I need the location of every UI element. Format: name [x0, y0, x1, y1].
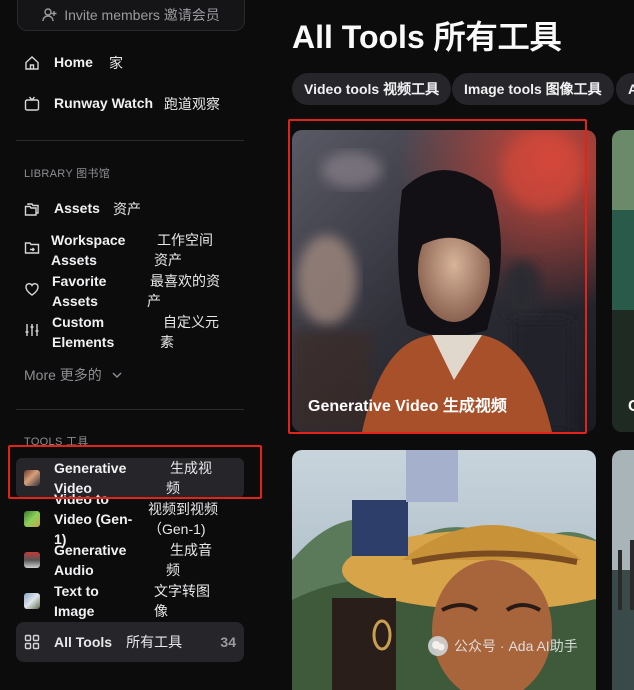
library-item-assets-label: Assets [54, 200, 100, 216]
library-item-workspace-assets-label-2: Assets [51, 252, 97, 268]
tool-item-text-to-image-cn-2: 像 [154, 603, 168, 619]
generative-video-thumbnail [24, 470, 40, 486]
all-tools-button[interactable]: All Tools 所有工具 34 [16, 622, 244, 662]
sidebar: Invite members 邀请会员 Home 家 Runway Watch … [0, 0, 262, 671]
library-more-label: More 更多的 [24, 367, 102, 383]
tv-icon [24, 96, 40, 111]
tool-item-generative-audio-label-1: Generative [54, 542, 127, 558]
folder-share-icon [24, 242, 40, 254]
library-item-favorite-assets-cn: 最喜欢的资 产 [147, 271, 220, 311]
nav-home[interactable]: Home [24, 54, 93, 71]
generative-audio-thumbnail [24, 552, 40, 568]
chevron-down-icon [112, 372, 122, 378]
tool-card-generative-video[interactable]: Generative Video 生成视频 [292, 130, 596, 432]
library-item-workspace-assets-cn: 工作空间 资产 [154, 230, 213, 270]
watermark-text: 公众号 · Ada AI助手 [454, 638, 578, 654]
filter-video-tools-label: Video tools 视频工具 [304, 81, 440, 97]
tool-card-generative-video-label: Generative Video 生成视频 [308, 398, 507, 415]
nav-home-cn: 家 [109, 55, 123, 71]
all-tools-cn: 所有工具 [126, 634, 183, 650]
tool-card-partial[interactable]: G [612, 130, 634, 432]
tool-item-video-to-video-cn-1: 视频到视频 [148, 501, 218, 517]
tool-item-generative-video-cn-1: 生成视 [170, 460, 212, 476]
filter-more[interactable]: A [616, 73, 634, 105]
tool-item-video-to-video-cn-2: （Gen-1) [148, 521, 206, 537]
filter-more-label: A [628, 81, 634, 97]
library-item-custom-elements-label-1: Custom [52, 314, 105, 330]
tool-card-partial-label: G [628, 398, 634, 416]
tool-item-generative-audio-label-2: Audio [54, 562, 94, 578]
tool-item-text-to-image-label-2: Image [54, 603, 95, 619]
nav-home-label: Home [54, 54, 93, 70]
nav-runway-watch-cn: 跑道观察 [164, 96, 220, 112]
tool-item-generative-video-label-1: Generative [54, 460, 127, 476]
library-more-button[interactable]: More 更多的 [24, 365, 124, 385]
library-item-custom-elements-cn-1: 自定义元 [163, 314, 219, 330]
generative-video-card-image [292, 130, 596, 432]
wechat-logo-icon [428, 636, 448, 656]
library-item-workspace-assets-cn-1: 工作空间 [157, 232, 213, 248]
all-tools-label: All Tools [54, 634, 113, 650]
tool-card-partial-2[interactable] [612, 450, 634, 690]
nav-runway-watch-label: Runway Watch [54, 95, 154, 111]
tool-item-video-to-video-label-2: Video (Gen- [54, 511, 133, 527]
divider [16, 409, 244, 410]
tool-item-generative-audio-cn-1: 生成音 [170, 542, 212, 558]
filter-video-tools[interactable]: Video tools 视频工具 [292, 73, 452, 105]
partial-card-image [612, 130, 634, 432]
folders-icon [24, 203, 39, 216]
library-item-workspace-assets-cn-2: 资产 [154, 252, 182, 268]
library-item-favorite-assets[interactable]: Favorite Assets [24, 271, 106, 311]
tool-item-text-to-image-cn-1: 文字转图 [154, 583, 210, 599]
library-item-favorite-assets-cn-1: 最喜欢的资 [150, 273, 220, 289]
home-icon [25, 56, 39, 70]
heart-icon [25, 283, 39, 296]
divider [16, 140, 244, 141]
tools-section-label: TOOLS 工具 [24, 436, 89, 448]
tool-item-generative-audio[interactable]: Generative Audio 生成音 频 [16, 540, 244, 580]
tool-item-text-to-image-label-1: Text to [54, 583, 99, 599]
library-item-favorite-assets-cn-2: 产 [147, 293, 161, 309]
page-title: All Tools 所有工具 [292, 19, 562, 55]
library-item-custom-elements[interactable]: Custom Elements [24, 312, 114, 352]
library-item-custom-elements-cn-2: 素 [160, 334, 174, 350]
library-item-assets-cn: 资产 [113, 201, 141, 217]
invite-members-label: Invite members 邀请会员 [64, 7, 220, 23]
nav-runway-watch[interactable]: Runway Watch [24, 95, 153, 112]
invite-members-button[interactable]: Invite members 邀请会员 [17, 0, 245, 31]
library-item-favorite-assets-label-1: Favorite [52, 273, 107, 289]
library-item-assets[interactable]: Assets [24, 200, 100, 217]
library-section-label: LIBRARY 图书馆 [24, 168, 111, 180]
tool-item-generative-audio-cn-2: 频 [166, 562, 180, 578]
tool-item-video-to-video-label-1: Video to [54, 491, 109, 507]
partial-card-2-image [612, 450, 634, 690]
text-to-image-thumbnail [24, 593, 40, 609]
add-user-icon [42, 8, 57, 22]
library-item-custom-elements-label-2: Elements [52, 334, 115, 350]
grid-icon [24, 634, 40, 650]
watermark: 公众号 · Ada AI助手 [428, 636, 578, 656]
video-to-video-thumbnail [24, 511, 40, 527]
all-tools-count: 34 [220, 634, 236, 650]
library-item-custom-elements-cn: 自定义元 素 [160, 312, 219, 352]
library-item-favorite-assets-label-2: Assets [52, 293, 98, 309]
filter-image-tools[interactable]: Image tools 图像工具 [452, 73, 614, 105]
tool-item-text-to-image[interactable]: Text to Image 文字转图 像 [16, 581, 244, 621]
sliders-icon [25, 324, 39, 336]
library-item-workspace-assets[interactable]: Workspace Assets [24, 230, 125, 270]
library-item-workspace-assets-label-1: Workspace [51, 232, 126, 248]
filter-image-tools-label: Image tools 图像工具 [464, 81, 602, 97]
